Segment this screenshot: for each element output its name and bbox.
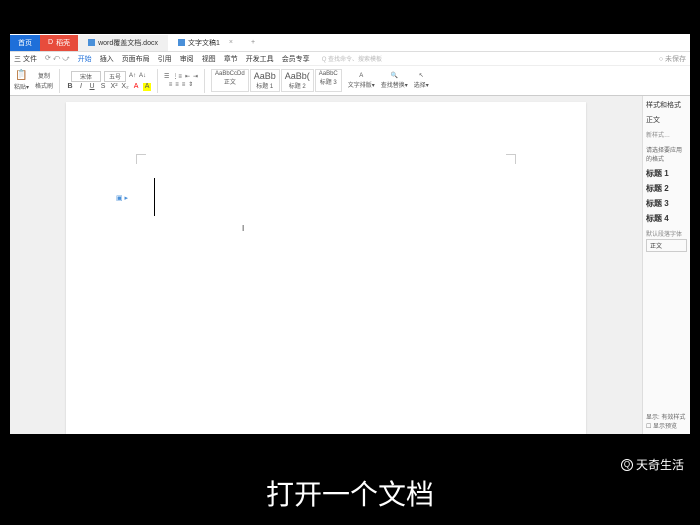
workspace: ▣ ▸ I 样式和格式 正文 新样式… 请选择要应用的格式 标题 1 标题 2 … [10,96,690,434]
document-page[interactable]: ▣ ▸ I [66,102,586,434]
tab-docer[interactable]: D稻壳 [40,35,78,51]
copy-group: 复制 格式刷 [35,71,53,90]
tab-bar: 首页 D稻壳 word覆盖文档.docx 文字文稿1× + [10,34,690,52]
d-icon: D [48,39,53,46]
text-layout-button[interactable]: A 文字排版▾ [348,73,375,89]
sub-button[interactable]: X₂ [121,83,129,91]
save-status[interactable]: ○ 未保存 [659,54,686,64]
separator [204,69,205,93]
menu-insert[interactable]: 插入 [100,54,114,64]
menu-section[interactable]: 章节 [224,54,238,64]
tab-document-active[interactable]: 文字文稿1× [168,35,243,51]
align-center-icon[interactable]: ≡ [175,82,179,88]
style-h3[interactable]: AaBbC标题 3 [315,69,342,92]
cursor-icon: ↖ [419,72,424,79]
font-color-button[interactable]: A [132,83,140,91]
menu-vip[interactable]: 会员专享 [282,54,310,64]
indent-right-icon[interactable]: ⇥ [193,73,198,80]
doc-icon [88,39,95,46]
copy-button[interactable]: 复制 [38,71,50,80]
underline-button[interactable]: U [88,83,96,91]
indent-left-icon[interactable]: ⇤ [185,73,190,80]
select-button[interactable]: ↖ 选择▾ [414,72,429,89]
show-select[interactable]: 显示: 有效样式 [646,412,687,421]
menu-view[interactable]: 视图 [202,54,216,64]
bullets-icon[interactable]: ☰ [164,73,169,80]
page-area[interactable]: ▣ ▸ I [10,96,642,434]
menu-layout[interactable]: 页面布局 [122,54,150,64]
style-heading-2[interactable]: 标题 2 [646,181,687,196]
show-preview-checkbox[interactable]: ☐ 显示预览 [646,421,687,430]
panel-title: 样式和格式 [646,100,687,110]
margin-mark [136,154,146,164]
ibeam-cursor: I [242,224,244,233]
watermark-icon: Q [621,459,633,471]
watermark: Q 天奇生活 [621,456,684,473]
search-input[interactable]: Q 查找命令、搜索模板 [322,54,382,63]
line-spacing-icon[interactable]: ⇕ [188,81,193,88]
section-icon: ▣ ▸ [116,194,128,202]
numbering-icon[interactable]: ⋮≡ [172,73,182,80]
font-group: 宋体 五号 A↑ A↓ B I U S X² X₂ A A [66,71,151,91]
style-h1[interactable]: AaBb标题 1 [250,69,280,92]
menu-icons[interactable]: ⟳ ⤺ ⤻ [45,54,70,63]
paste-group: 📋 粘贴▾ [14,70,29,91]
highlight-button[interactable]: A [143,83,151,91]
shrink-font-icon[interactable]: A↓ [139,73,146,79]
menu-ref[interactable]: 引用 [158,54,172,64]
style-heading-3[interactable]: 标题 3 [646,196,687,211]
menu-bar: 三 文件 ⟳ ⤺ ⤻ 开始 插入 页面布局 引用 审阅 视图 章节 开发工具 会… [10,52,690,66]
margin-mark [506,154,516,164]
size-select[interactable]: 五号 [104,71,126,82]
style-gallery[interactable]: AaBbCcDd正文 AaBb标题 1 AaBb(标题 2 AaBbC标题 3 [211,69,342,92]
para-group: ☰ ⋮≡ ⇤ ⇥ ≡ ≡ ≡ ⇕ [164,73,198,88]
styles-panel: 样式和格式 正文 新样式… 请选择要应用的格式 标题 1 标题 2 标题 3 标… [642,96,690,434]
wps-window: 首页 D稻壳 word覆盖文档.docx 文字文稿1× + 三 文件 ⟳ ⤺ ⤻… [10,34,690,434]
apply-label: 请选择要应用的格式 [646,145,687,163]
tab-document-1[interactable]: word覆盖文档.docx [78,35,168,51]
doc-icon [178,39,185,46]
new-tab-button[interactable]: + [243,36,263,49]
align-left-icon[interactable]: ≡ [169,82,173,88]
video-caption: 打开一个文档 [0,473,700,513]
text-cursor [154,178,155,216]
menu-start[interactable]: 开始 [78,54,92,64]
menu-dev[interactable]: 开发工具 [246,54,274,64]
menu-review[interactable]: 审阅 [180,54,194,64]
current-style[interactable]: 正文 [646,113,687,127]
default-font[interactable]: 默认段落字体 [646,229,687,238]
bold-button[interactable]: B [66,83,74,91]
paste-icon[interactable]: 📋 [15,70,27,81]
paste-button[interactable]: 粘贴▾ [14,82,29,91]
tab-home[interactable]: 首页 [10,35,40,51]
sup-button[interactable]: X² [110,83,118,91]
panel-footer: 显示: 有效样式 ☐ 显示预览 [646,412,687,430]
body-style[interactable]: 正文 [646,239,687,252]
ribbon: 📋 粘贴▾ 复制 格式刷 宋体 五号 A↑ A↓ B I U S X² X₂ A [10,66,690,96]
style-normal[interactable]: AaBbCcDd正文 [211,69,249,92]
search-icon: 🔍 [391,72,398,79]
separator [157,69,158,93]
find-replace-button[interactable]: 🔍 查找替换▾ [381,72,408,89]
new-style-button[interactable]: 新样式… [646,130,687,139]
separator [59,69,60,93]
font-select[interactable]: 宋体 [71,71,101,82]
close-icon[interactable]: × [229,39,233,46]
format-painter-button[interactable]: 格式刷 [35,81,53,90]
style-h2[interactable]: AaBb(标题 2 [281,69,314,92]
text-layout-icon: A [359,73,363,79]
style-heading-1[interactable]: 标题 1 [646,166,687,181]
italic-button[interactable]: I [77,83,85,91]
file-menu[interactable]: 三 文件 [14,54,37,64]
align-right-icon[interactable]: ≡ [182,82,186,88]
grow-font-icon[interactable]: A↑ [129,73,136,79]
style-heading-4[interactable]: 标题 4 [646,211,687,226]
strike-button[interactable]: S [99,83,107,91]
